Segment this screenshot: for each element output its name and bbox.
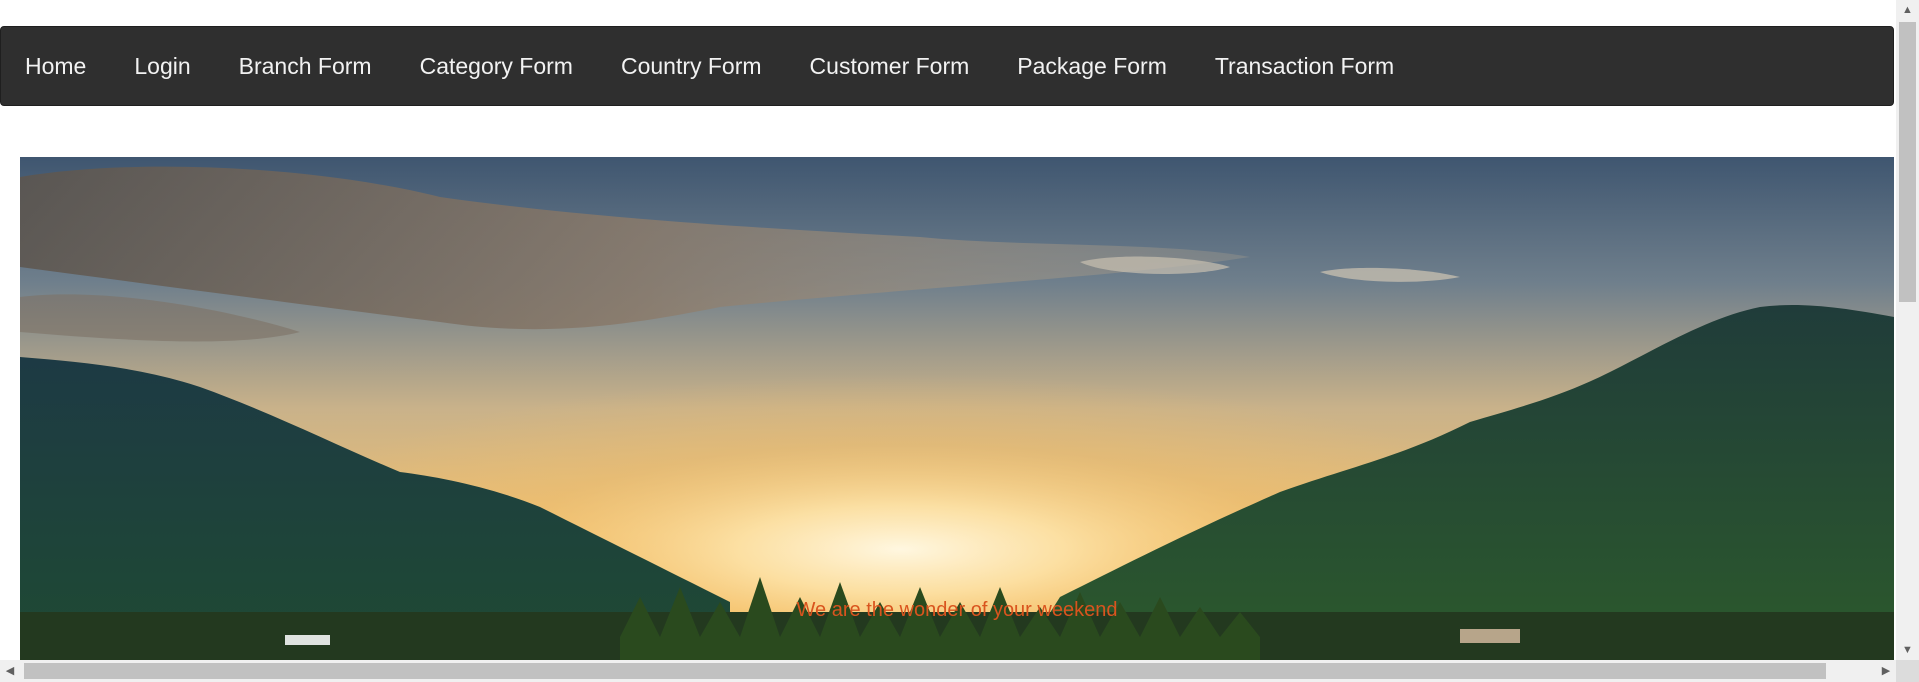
scrollbar-corner (1896, 660, 1919, 682)
top-navbar: Home Login Branch Form Category Form Cou… (0, 26, 1894, 106)
vertical-scroll-thumb[interactable] (1899, 22, 1916, 302)
horizontal-scroll-thumb[interactable] (24, 663, 1826, 679)
nav-link-branch-form[interactable]: Branch Form (215, 26, 396, 106)
horizontal-scrollbar[interactable]: ◀ ▶ (0, 660, 1896, 682)
nav-link-login[interactable]: Login (110, 26, 214, 106)
hero-banner: We are the wonder of your weekend (20, 157, 1894, 660)
scroll-left-arrow-icon[interactable]: ◀ (0, 660, 20, 682)
nav-link-package-form[interactable]: Package Form (993, 26, 1191, 106)
hero-landscape-image (20, 157, 1894, 660)
vertical-scrollbar[interactable]: ▲ ▼ (1896, 0, 1919, 660)
scroll-up-arrow-icon[interactable]: ▲ (1896, 0, 1919, 20)
nav-link-transaction-form[interactable]: Transaction Form (1191, 26, 1418, 106)
hero-caption: We are the wonder of your weekend (796, 599, 1118, 621)
nav-link-customer-form[interactable]: Customer Form (786, 26, 994, 106)
page-viewport: Home Login Branch Form Category Form Cou… (0, 0, 1896, 660)
scroll-down-arrow-icon[interactable]: ▼ (1896, 640, 1919, 660)
nav-link-category-form[interactable]: Category Form (396, 26, 597, 106)
scroll-right-arrow-icon[interactable]: ▶ (1876, 660, 1896, 682)
nav-link-country-form[interactable]: Country Form (597, 26, 786, 106)
nav-link-home[interactable]: Home (1, 26, 110, 106)
